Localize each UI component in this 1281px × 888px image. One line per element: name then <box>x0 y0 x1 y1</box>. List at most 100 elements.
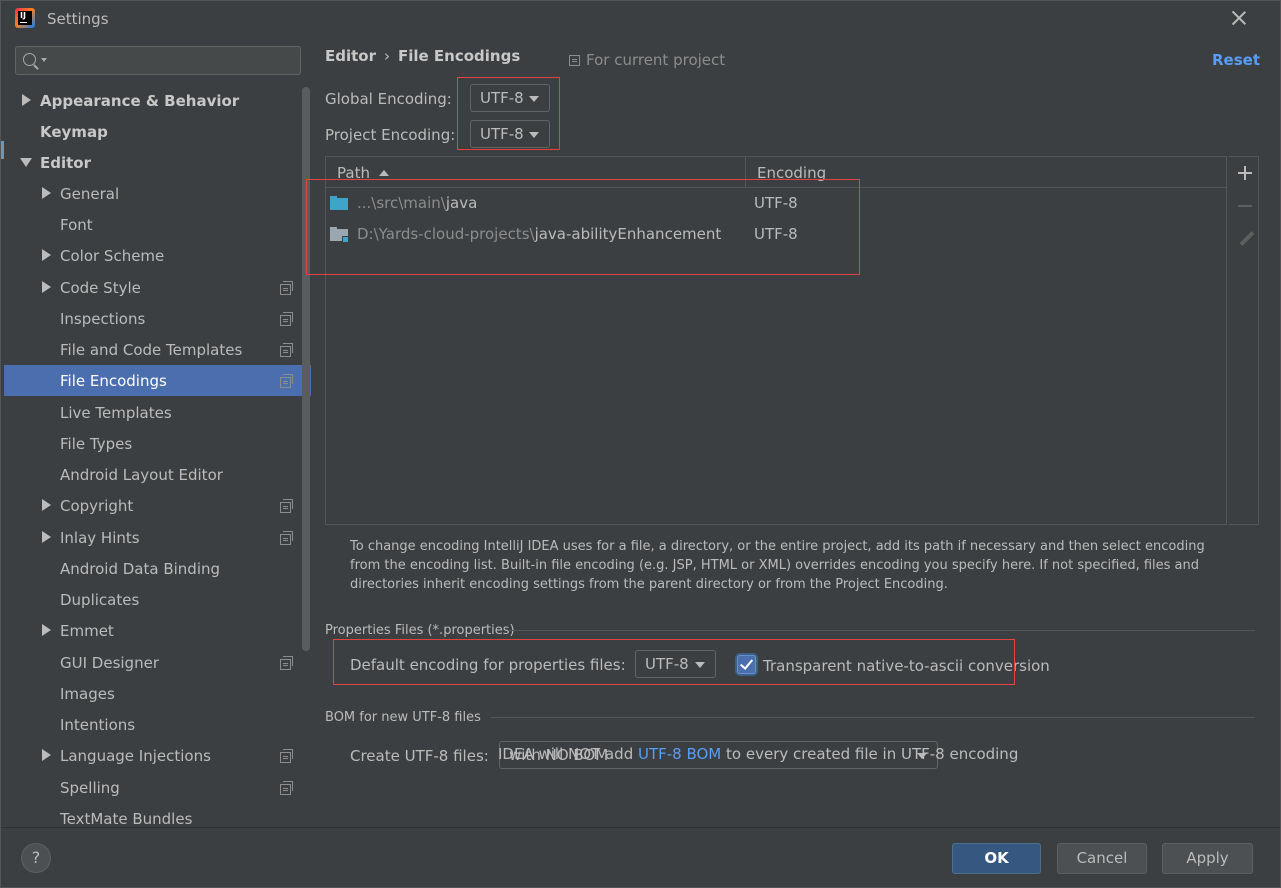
row-encoding[interactable]: UTF-8 <box>754 225 798 243</box>
collapse-arrow-icon[interactable] <box>20 158 32 167</box>
section-divider <box>508 630 1255 631</box>
sidebar-item-appearance-behavior[interactable]: Appearance & Behavior <box>4 85 311 116</box>
sidebar-item-inlay-hints[interactable]: Inlay Hints <box>4 522 311 553</box>
sidebar-item-keymap[interactable]: Keymap <box>4 116 311 147</box>
module-folder-icon <box>330 227 349 243</box>
expand-arrow-icon[interactable] <box>42 749 51 761</box>
project-encoding-value: UTF-8 <box>480 125 524 143</box>
sidebar-item-file-types[interactable]: File Types <box>4 428 311 459</box>
column-divider[interactable] <box>745 157 746 188</box>
sidebar-item-android-data-binding[interactable]: Android Data Binding <box>4 553 311 584</box>
sidebar-item-android-layout-editor[interactable]: Android Layout Editor <box>4 459 311 490</box>
row-path-prefix: ...\src\main\ <box>357 194 446 212</box>
expand-arrow-icon[interactable] <box>42 187 51 199</box>
sidebar-item-code-style[interactable]: Code Style <box>4 272 311 303</box>
help-button[interactable]: ? <box>21 843 51 873</box>
expand-arrow-icon[interactable] <box>22 94 31 106</box>
section-divider <box>491 717 1255 718</box>
sidebar-item-label: Copyright <box>60 496 134 515</box>
expand-arrow-icon[interactable] <box>42 281 51 293</box>
table-row[interactable]: D:\Yards-cloud-projects\java-abilityEnha… <box>326 219 1226 250</box>
sidebar-item-copyright[interactable]: Copyright <box>4 490 311 521</box>
project-scope-icon <box>280 374 293 388</box>
table-header: Path Encoding <box>326 157 1226 188</box>
intellij-logo-icon: IJ <box>15 8 35 28</box>
search-icon <box>23 53 47 66</box>
sidebar-item-label: Duplicates <box>60 590 140 609</box>
sidebar-item-label: File Types <box>60 434 133 453</box>
sidebar-item-label: Color Scheme <box>60 246 165 265</box>
column-header-encoding[interactable]: Encoding <box>757 164 826 182</box>
sidebar-item-duplicates[interactable]: Duplicates <box>4 584 311 615</box>
project-encoding-dropdown[interactable]: UTF-8 <box>470 120 550 148</box>
breadcrumb-parent: Editor <box>325 47 376 65</box>
expand-arrow-icon[interactable] <box>42 499 51 511</box>
expand-arrow-icon[interactable] <box>42 624 51 636</box>
transparent-conversion-checkbox[interactable] <box>737 655 756 674</box>
expand-arrow-icon[interactable] <box>42 249 51 261</box>
sidebar-item-editor[interactable]: Editor <box>4 147 311 178</box>
reset-link[interactable]: Reset <box>1212 51 1260 69</box>
sidebar-item-label: Language Injections <box>60 746 211 765</box>
sidebar-item-label: Inlay Hints <box>60 528 140 547</box>
sidebar-scrollbar[interactable] <box>302 87 310 651</box>
cancel-button[interactable]: Cancel <box>1057 843 1147 874</box>
sidebar-item-label: Inspections <box>60 309 146 328</box>
sidebar-item-live-templates[interactable]: Live Templates <box>4 397 311 428</box>
sidebar-item-label: General <box>60 184 120 203</box>
settings-search-field[interactable] <box>15 46 301 75</box>
sidebar-item-label: Live Templates <box>60 403 172 422</box>
column-header-path[interactable]: Path <box>337 164 389 182</box>
global-encoding-label: Global Encoding: <box>325 90 452 108</box>
sidebar-item-language-injections[interactable]: Language Injections <box>4 740 311 771</box>
sidebar-item-label: Editor <box>40 153 91 172</box>
sidebar-item-file-encodings[interactable]: File Encodings <box>4 365 311 396</box>
search-input[interactable] <box>52 50 292 70</box>
sidebar-item-spelling[interactable]: Spelling <box>4 772 311 803</box>
row-path: ...\src\main\java <box>357 194 477 212</box>
sidebar-item-file-code-templates[interactable]: File and Code Templates <box>4 334 311 365</box>
project-scope-icon <box>280 656 293 670</box>
path-encoding-table[interactable]: Path Encoding ...\src\main\java UTF-8 D:… <box>325 156 1227 525</box>
sidebar-item-inspections[interactable]: Inspections <box>4 303 311 334</box>
global-encoding-value: UTF-8 <box>480 89 524 107</box>
global-encoding-dropdown[interactable]: UTF-8 <box>470 84 550 112</box>
edit-icon[interactable] <box>1238 231 1254 247</box>
sidebar-item-general[interactable]: General <box>4 178 311 209</box>
add-icon[interactable] <box>1238 166 1252 180</box>
row-path-name: java <box>445 194 478 212</box>
sidebar-item-label: Android Data Binding <box>60 559 221 578</box>
breadcrumb: Editor › File Encodings <box>325 47 520 65</box>
breadcrumb-current: File Encodings <box>398 47 521 65</box>
utf8-bom-link[interactable]: UTF-8 BOM <box>638 745 721 763</box>
apply-button[interactable]: Apply <box>1162 843 1253 874</box>
properties-encoding-value: UTF-8 <box>645 655 689 673</box>
properties-section-title: Properties Files (*.properties) <box>325 623 515 638</box>
sidebar-item-label: Font <box>60 215 93 234</box>
title-bar: IJ Settings <box>1 1 1280 37</box>
table-row[interactable]: ...\src\main\java UTF-8 <box>326 188 1226 219</box>
transparent-conversion-label[interactable]: Transparent native-to-ascii conversion <box>763 657 1050 675</box>
row-path: D:\Yards-cloud-projects\java-abilityEnha… <box>357 225 721 243</box>
dialog-footer: ? OK Cancel Apply <box>1 827 1280 887</box>
create-utf8-label: Create UTF-8 files: <box>350 747 489 765</box>
close-icon[interactable] <box>1228 7 1250 29</box>
sidebar-item-font[interactable]: Font <box>4 209 311 240</box>
sidebar-item-label: File Encodings <box>60 371 167 390</box>
sidebar-item-gui-designer[interactable]: GUI Designer <box>4 647 311 678</box>
sidebar-item-label: Intentions <box>60 715 136 734</box>
sidebar-item-color-scheme[interactable]: Color Scheme <box>4 240 311 271</box>
sidebar-item-label: Keymap <box>40 122 108 141</box>
ok-button[interactable]: OK <box>952 843 1041 874</box>
file-encodings-panel: Editor › File Encodings For current projec… <box>306 37 1280 827</box>
settings-dialog: IJ Settings Appearance & Behavior Keymap… <box>0 0 1281 888</box>
sidebar-item-images[interactable]: Images <box>4 678 311 709</box>
sidebar-item-label: Images <box>60 684 115 703</box>
remove-icon[interactable] <box>1238 205 1252 207</box>
row-encoding[interactable]: UTF-8 <box>754 194 798 212</box>
table-toolbar <box>1229 156 1259 525</box>
expand-arrow-icon[interactable] <box>42 531 51 543</box>
sidebar-item-emmet[interactable]: Emmet <box>4 615 311 646</box>
sidebar-item-intentions[interactable]: Intentions <box>4 709 311 740</box>
properties-encoding-dropdown[interactable]: UTF-8 <box>635 650 716 678</box>
